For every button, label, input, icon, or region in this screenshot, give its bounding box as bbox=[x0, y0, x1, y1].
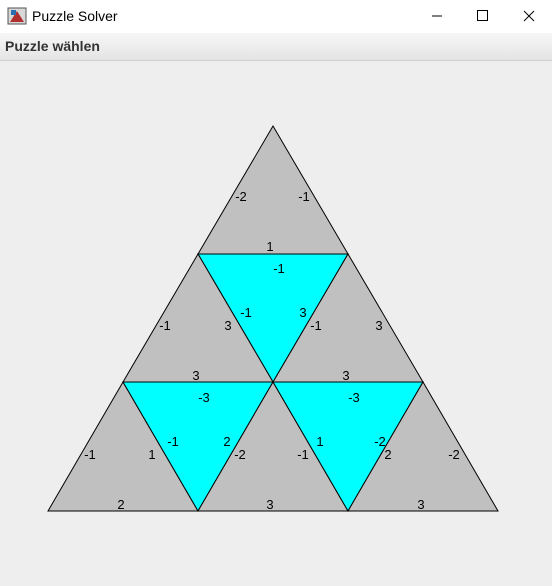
tile-bottom-left-edge-label: 2 bbox=[117, 497, 124, 512]
tile-mid-right-edge-label: 3 bbox=[342, 368, 349, 383]
tile-bottom-left-edge-label: 1 bbox=[148, 447, 155, 462]
tile-mid-right-edge-label: -1 bbox=[310, 318, 322, 333]
tile-mid-left-edge-label: -1 bbox=[159, 318, 171, 333]
tile-cyan-right-edge-label: 1 bbox=[316, 434, 323, 449]
tile-mid-right-edge-label: 3 bbox=[375, 318, 382, 333]
tile-mid-left-edge-label: 3 bbox=[192, 368, 199, 383]
tile-cyan-left-edge-label: -1 bbox=[167, 434, 179, 449]
tile-center-upper-edge-label: 3 bbox=[299, 305, 306, 320]
title-bar: Puzzle Solver bbox=[0, 0, 552, 33]
minimize-icon bbox=[432, 15, 442, 17]
maximize-button[interactable] bbox=[460, 0, 506, 33]
maximize-icon bbox=[477, 10, 488, 21]
tile-top-edge-label: 1 bbox=[266, 239, 273, 254]
tile-top bbox=[197, 125, 349, 255]
tile-bottom-right-edge-label: 3 bbox=[417, 497, 424, 512]
tile-cyan-left-edge-label: 2 bbox=[223, 434, 230, 449]
tile-bottom-left-edge-label: -1 bbox=[84, 447, 96, 462]
tile-top-edge-label: -1 bbox=[298, 189, 310, 204]
tile-bottom-center-edge-label: 3 bbox=[266, 497, 273, 512]
tile-bottom-center-edge-label: -1 bbox=[297, 447, 309, 462]
tile-center-upper-edge-label: -1 bbox=[240, 305, 252, 320]
close-button[interactable] bbox=[506, 0, 552, 33]
tile-cyan-right-edge-label: -3 bbox=[348, 390, 360, 405]
window-title: Puzzle Solver bbox=[32, 8, 118, 24]
tile-center-upper-edge-label: -1 bbox=[273, 261, 285, 276]
tile-top-edge-label: -2 bbox=[235, 189, 247, 204]
tile-bottom-center-edge-label: -2 bbox=[234, 447, 246, 462]
menu-bar: Puzzle wählen bbox=[0, 33, 552, 61]
tile-bottom-right-edge-label: -2 bbox=[448, 447, 460, 462]
tile-cyan-left-edge-label: -3 bbox=[198, 390, 210, 405]
close-icon bbox=[523, 10, 535, 22]
tile-bottom-right-edge-label: 2 bbox=[384, 447, 391, 462]
puzzle-board: -2 -11-1-1 3-1 33 3-1 3-1 12-3-1 2-2 -13-31 -22 -2… bbox=[47, 125, 499, 512]
puzzle-canvas: -2 -1 1 -1 -1 3 -1 3 3 3 -1 3 -1 1 2 -3 -1 2 -2 -1 3 -3 1 -2 2 -2… bbox=[0, 61, 552, 586]
minimize-button[interactable] bbox=[414, 0, 460, 33]
tile-mid-left-edge-label: 3 bbox=[224, 318, 231, 333]
menu-puzzle-waehlen[interactable]: Puzzle wählen bbox=[5, 38, 100, 54]
app-icon bbox=[7, 7, 27, 25]
